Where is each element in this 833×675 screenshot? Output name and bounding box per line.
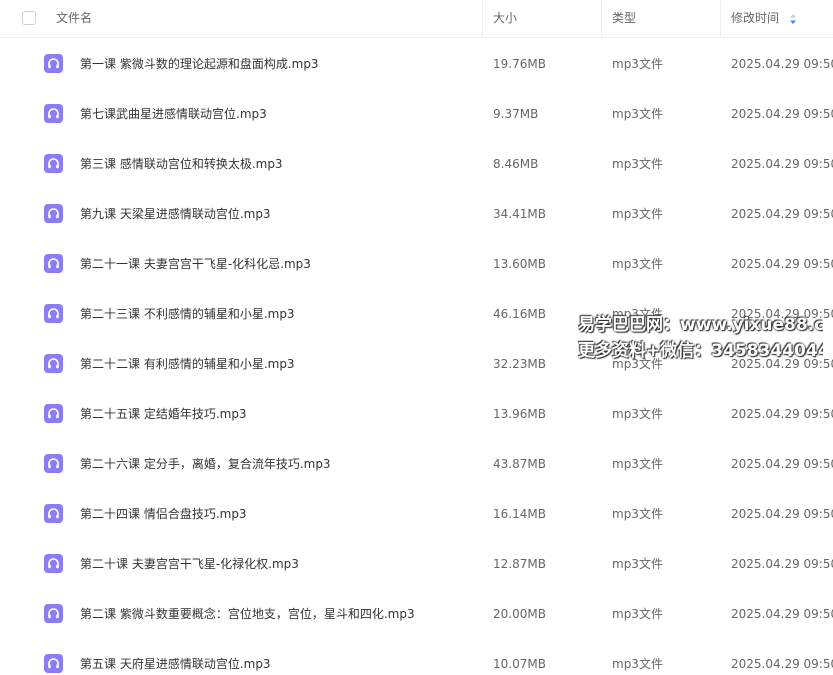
column-header-type[interactable]: 类型 [612, 0, 636, 37]
file-size: 16.14MB [493, 507, 546, 521]
file-list-header: 文件名 大小 类型 修改时间 [0, 0, 833, 38]
file-type: mp3文件 [612, 657, 663, 671]
audio-file-icon [44, 304, 63, 323]
file-name[interactable]: 第二十六课 定分手，离婚，复合流年技巧.mp3 [80, 439, 331, 489]
column-header-time[interactable]: 修改时间 [731, 0, 779, 37]
audio-file-icon [44, 454, 63, 473]
file-modified-time: 2025.04.29 09:50 [731, 107, 833, 121]
file-modified-time: 2025.04.29 09:50 [731, 607, 833, 621]
audio-file-icon [44, 54, 63, 73]
file-name[interactable]: 第三课 感情联动宫位和转换太极.mp3 [80, 139, 283, 189]
file-row[interactable]: 第三课 感情联动宫位和转换太极.mp3 8.46MB mp3文件 2025.04… [0, 139, 833, 189]
column-divider[interactable] [720, 0, 721, 37]
file-size: 13.96MB [493, 407, 546, 421]
watermark-line-site: 易学巴巴网：www.yixue88.cn [578, 315, 823, 335]
audio-file-icon [44, 104, 63, 123]
file-type: mp3文件 [612, 407, 663, 421]
audio-file-icon [44, 604, 63, 623]
audio-file-icon [44, 554, 63, 573]
file-name[interactable]: 第二课 紫微斗数重要概念：宫位地支，宫位，星斗和四化.mp3 [80, 589, 415, 639]
audio-file-icon [44, 654, 63, 673]
audio-file-icon [44, 354, 63, 373]
audio-file-icon [44, 204, 63, 223]
column-header-size[interactable]: 大小 [493, 0, 517, 37]
column-divider[interactable] [601, 0, 602, 37]
file-modified-time: 2025.04.29 09:50 [731, 407, 833, 421]
file-name[interactable]: 第二十课 夫妻宫宫干飞星-化禄化权.mp3 [80, 539, 299, 589]
file-row[interactable]: 第二课 紫微斗数重要概念：宫位地支，宫位，星斗和四化.mp3 20.00MB m… [0, 589, 833, 639]
file-type: mp3文件 [612, 157, 663, 171]
file-size: 20.00MB [493, 607, 546, 621]
column-header-name[interactable]: 文件名 [56, 0, 92, 37]
file-row[interactable]: 第二十五课 定结婚年技巧.mp3 13.96MB mp3文件 2025.04.2… [0, 389, 833, 439]
file-name[interactable]: 第二十五课 定结婚年技巧.mp3 [80, 389, 247, 439]
file-row[interactable]: 第七课武曲星进感情联动宫位.mp3 9.37MB mp3文件 2025.04.2… [0, 89, 833, 139]
file-size: 9.37MB [493, 107, 539, 121]
file-size: 34.41MB [493, 207, 546, 221]
file-size: 32.23MB [493, 357, 546, 371]
file-modified-time: 2025.04.29 09:50 [731, 507, 833, 521]
file-modified-time: 2025.04.29 09:50 [731, 457, 833, 471]
file-name[interactable]: 第二十一课 夫妻宫宫干飞星-化科化忌.mp3 [80, 239, 311, 289]
file-row[interactable]: 第一课 紫微斗数的理论起源和盘面构成.mp3 19.76MB mp3文件 202… [0, 39, 833, 89]
audio-file-icon [44, 254, 63, 273]
watermark-line-contact: 更多资料+微信：3458344044 [578, 341, 823, 361]
file-name[interactable]: 第一课 紫微斗数的理论起源和盘面构成.mp3 [80, 39, 319, 89]
audio-file-icon [44, 504, 63, 523]
file-name[interactable]: 第二十三课 不利感情的辅星和小星.mp3 [80, 289, 295, 339]
file-type: mp3文件 [612, 207, 663, 221]
audio-file-icon [44, 404, 63, 423]
file-row[interactable]: 第二十四课 情侣合盘技巧.mp3 16.14MB mp3文件 2025.04.2… [0, 489, 833, 539]
file-modified-time: 2025.04.29 09:50 [731, 57, 833, 71]
file-type: mp3文件 [612, 257, 663, 271]
file-size: 13.60MB [493, 257, 546, 271]
file-modified-time: 2025.04.29 09:50 [731, 657, 833, 671]
file-name[interactable]: 第二十四课 情侣合盘技巧.mp3 [80, 489, 247, 539]
select-all-checkbox[interactable] [22, 11, 36, 25]
file-type: mp3文件 [612, 557, 663, 571]
file-row[interactable]: 第二十六课 定分手，离婚，复合流年技巧.mp3 43.87MB mp3文件 20… [0, 439, 833, 489]
file-modified-time: 2025.04.29 09:50 [731, 157, 833, 171]
file-type: mp3文件 [612, 457, 663, 471]
file-size: 8.46MB [493, 157, 539, 171]
file-type: mp3文件 [612, 107, 663, 121]
file-size: 12.87MB [493, 557, 546, 571]
file-row[interactable]: 第五课 天府星进感情联动宫位.mp3 10.07MB mp3文件 2025.04… [0, 639, 833, 675]
file-type: mp3文件 [612, 57, 663, 71]
file-size: 46.16MB [493, 307, 546, 321]
file-size: 19.76MB [493, 57, 546, 71]
file-modified-time: 2025.04.29 09:50 [731, 257, 833, 271]
file-name[interactable]: 第七课武曲星进感情联动宫位.mp3 [80, 89, 267, 139]
file-name[interactable]: 第九课 天梁星进感情联动宫位.mp3 [80, 189, 271, 239]
file-name[interactable]: 第五课 天府星进感情联动宫位.mp3 [80, 639, 271, 675]
file-modified-time: 2025.04.29 09:50 [731, 207, 833, 221]
file-name[interactable]: 第二十二课 有利感情的辅星和小星.mp3 [80, 339, 295, 389]
file-modified-time: 2025.04.29 09:50 [731, 557, 833, 571]
file-size: 43.87MB [493, 457, 546, 471]
sort-descending-icon[interactable] [789, 13, 797, 25]
file-row[interactable]: 第二十课 夫妻宫宫干飞星-化禄化权.mp3 12.87MB mp3文件 2025… [0, 539, 833, 589]
file-type: mp3文件 [612, 607, 663, 621]
file-row[interactable]: 第二十一课 夫妻宫宫干飞星-化科化忌.mp3 13.60MB mp3文件 202… [0, 239, 833, 289]
column-divider[interactable] [482, 0, 483, 37]
file-type: mp3文件 [612, 507, 663, 521]
audio-file-icon [44, 154, 63, 173]
watermark: 易学巴巴网：www.yixue88.cn 更多资料+微信：3458344044 [578, 312, 823, 364]
file-row[interactable]: 第九课 天梁星进感情联动宫位.mp3 34.41MB mp3文件 2025.04… [0, 189, 833, 239]
file-size: 10.07MB [493, 657, 546, 671]
